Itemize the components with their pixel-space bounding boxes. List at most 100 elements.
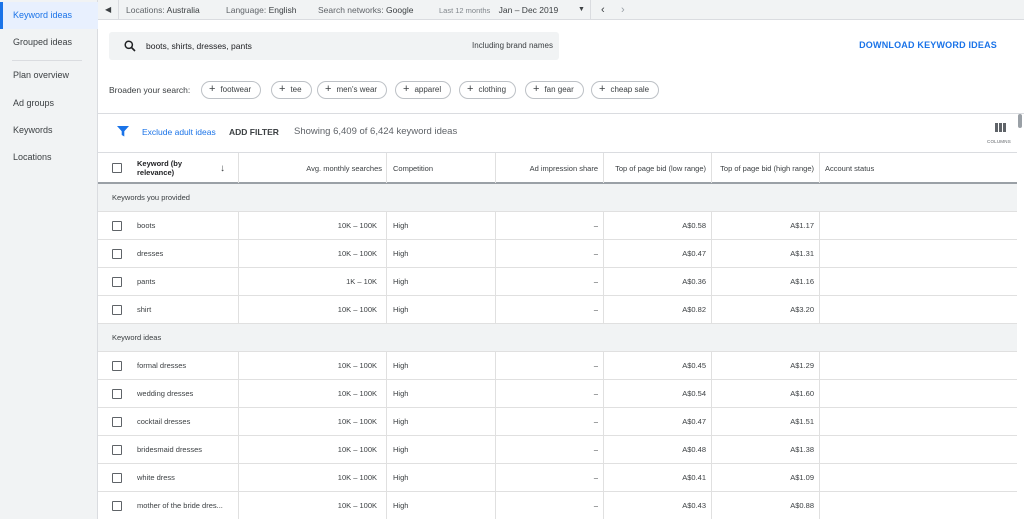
- table-row[interactable]: formal dresses 10K – 100K High – A$0.45 A$1.2…: [98, 352, 1017, 380]
- plus-icon: +: [467, 83, 474, 95]
- sort-arrow-down-icon[interactable]: ↓: [220, 153, 232, 183]
- column-divider: [238, 436, 239, 463]
- cell-bid-high: A$1.31: [790, 249, 814, 258]
- row-checkbox[interactable]: [112, 389, 122, 399]
- cell-competition: High: [393, 305, 409, 314]
- column-divider: [238, 492, 239, 519]
- cell-keyword[interactable]: cocktail dresses: [137, 408, 233, 435]
- cell-bid-high: A$1.60: [790, 389, 814, 398]
- search-query[interactable]: boots, shirts, dresses, pants: [146, 32, 252, 60]
- filter-icon[interactable]: [117, 126, 129, 137]
- download-keyword-ideas-button[interactable]: DOWNLOAD KEYWORD IDEAS: [859, 40, 997, 50]
- row-checkbox[interactable]: [112, 305, 122, 315]
- cell-bid-high: A$1.17: [790, 221, 814, 230]
- column-divider: [238, 380, 239, 407]
- header-bid-low[interactable]: Top of page bid (low range): [608, 153, 706, 183]
- row-checkbox[interactable]: [112, 277, 122, 287]
- chip-fan-gear[interactable]: + fan gear: [525, 81, 584, 99]
- cell-bid-high: A$1.51: [790, 417, 814, 426]
- chip-tee[interactable]: + tee: [271, 81, 312, 99]
- header-account-status[interactable]: Account status: [825, 153, 945, 183]
- column-divider: [711, 212, 712, 239]
- cell-keyword[interactable]: shirt: [137, 296, 233, 323]
- language-filter[interactable]: Language: English: [226, 0, 296, 20]
- keyword-search-box[interactable]: boots, shirts, dresses, pants Including …: [109, 32, 559, 60]
- date-dropdown-icon[interactable]: ▼: [578, 0, 585, 20]
- cell-bid-low: A$0.45: [682, 361, 706, 370]
- cell-keyword[interactable]: boots: [137, 212, 233, 239]
- column-divider: [386, 296, 387, 323]
- header-competition[interactable]: Competition: [393, 153, 493, 183]
- column-divider: [819, 268, 820, 295]
- chip-footwear[interactable]: + footwear: [201, 81, 262, 99]
- column-divider: [711, 240, 712, 267]
- cell-impression: –: [593, 501, 598, 510]
- cell-competition: High: [393, 389, 409, 398]
- table-row[interactable]: boots 10K – 100K High – A$0.58 A$1.17: [98, 212, 1017, 240]
- cell-keyword[interactable]: wedding dresses: [137, 380, 233, 407]
- cell-keyword[interactable]: bridesmaid dresses: [137, 436, 233, 463]
- column-divider: [603, 436, 604, 463]
- table-row[interactable]: bridesmaid dresses 10K – 100K High – A$0.48 A…: [98, 436, 1017, 464]
- next-period-icon[interactable]: ›: [621, 0, 625, 20]
- topbar-divider: [118, 0, 119, 20]
- table-row[interactable]: pants 1K – 10K High – A$0.36 A$1.16: [98, 268, 1017, 296]
- header-avg-monthly-searches[interactable]: Avg. monthly searches: [240, 153, 382, 183]
- previous-period-icon[interactable]: ‹: [601, 0, 605, 20]
- locations-filter[interactable]: Locations: Australia: [126, 0, 200, 20]
- cell-bid-low: A$0.82: [682, 305, 706, 314]
- cell-bid-high: A$1.38: [790, 445, 814, 454]
- column-divider: [238, 268, 239, 295]
- locations-value: Australia: [166, 5, 200, 15]
- sidebar-item-keyword-ideas[interactable]: Keyword ideas: [0, 2, 98, 29]
- chip-clothing[interactable]: + clothing: [459, 81, 517, 99]
- row-checkbox[interactable]: [112, 501, 122, 511]
- table-row[interactable]: wedding dresses 10K – 100K High – A$0.54 A$1.…: [98, 380, 1017, 408]
- chip-mens-wear[interactable]: + men's wear: [317, 81, 388, 99]
- sidebar-item-keywords[interactable]: Keywords: [0, 117, 98, 144]
- column-divider: [238, 153, 239, 183]
- row-checkbox[interactable]: [112, 473, 122, 483]
- header-keyword[interactable]: Keyword (by relevance): [137, 153, 207, 183]
- column-divider: [495, 380, 496, 407]
- chip-label: footwear: [220, 85, 252, 94]
- sidebar-item-plan-overview[interactable]: Plan overview: [0, 62, 98, 89]
- exclude-adult-ideas-filter[interactable]: Exclude adult ideas: [142, 127, 216, 137]
- columns-icon[interactable]: [995, 123, 1006, 132]
- row-checkbox[interactable]: [112, 249, 122, 259]
- add-filter-button[interactable]: ADD FILTER: [229, 127, 279, 137]
- collapse-sidebar-icon[interactable]: ◀: [105, 0, 111, 20]
- row-checkbox[interactable]: [112, 445, 122, 455]
- chip-cheap-sale[interactable]: + cheap sale: [591, 81, 660, 99]
- networks-value: Google: [386, 5, 414, 15]
- cell-keyword[interactable]: formal dresses: [137, 352, 233, 379]
- table-row[interactable]: white dress 10K – 100K High – A$0.41 A$1.09: [98, 464, 1017, 492]
- header-ad-impression-share[interactable]: Ad impression share: [498, 153, 598, 183]
- date-range-selector[interactable]: Last 12 months Jan – Dec 2019: [439, 0, 558, 20]
- cell-keyword[interactable]: mother of the bride dres...: [137, 492, 233, 519]
- cell-keyword[interactable]: white dress: [137, 464, 233, 491]
- sidebar-item-locations[interactable]: Locations: [0, 144, 98, 171]
- table-row[interactable]: cocktail dresses 10K – 100K High – A$0.47 A$1…: [98, 408, 1017, 436]
- plus-icon: +: [403, 83, 410, 95]
- table-row[interactable]: shirt 10K – 100K High – A$0.82 A$3.20: [98, 296, 1017, 324]
- sidebar-item-ad-groups[interactable]: Ad groups: [0, 90, 98, 117]
- column-divider: [711, 268, 712, 295]
- header-bid-high[interactable]: Top of page bid (high range): [716, 153, 814, 183]
- cell-keyword[interactable]: dresses: [137, 240, 233, 267]
- select-all-checkbox[interactable]: [112, 163, 122, 173]
- table-row[interactable]: mother of the bride dres... 10K – 100K Hig…: [98, 492, 1017, 519]
- sidebar-item-grouped-ideas[interactable]: Grouped ideas: [0, 29, 98, 56]
- row-checkbox[interactable]: [112, 417, 122, 427]
- row-checkbox[interactable]: [112, 221, 122, 231]
- scrollbar[interactable]: [1018, 114, 1022, 128]
- cell-bid-low: A$0.47: [682, 417, 706, 426]
- table-row[interactable]: dresses 10K – 100K High – A$0.47 A$1.31: [98, 240, 1017, 268]
- brand-names-toggle[interactable]: Including brand names: [472, 32, 553, 60]
- row-checkbox[interactable]: [112, 361, 122, 371]
- chip-apparel[interactable]: + apparel: [395, 81, 452, 99]
- sidebar: Keyword ideas Grouped ideas Plan overvie…: [0, 0, 98, 519]
- cell-keyword[interactable]: pants: [137, 268, 233, 295]
- networks-filter[interactable]: Search networks: Google: [318, 0, 413, 20]
- column-divider: [603, 492, 604, 519]
